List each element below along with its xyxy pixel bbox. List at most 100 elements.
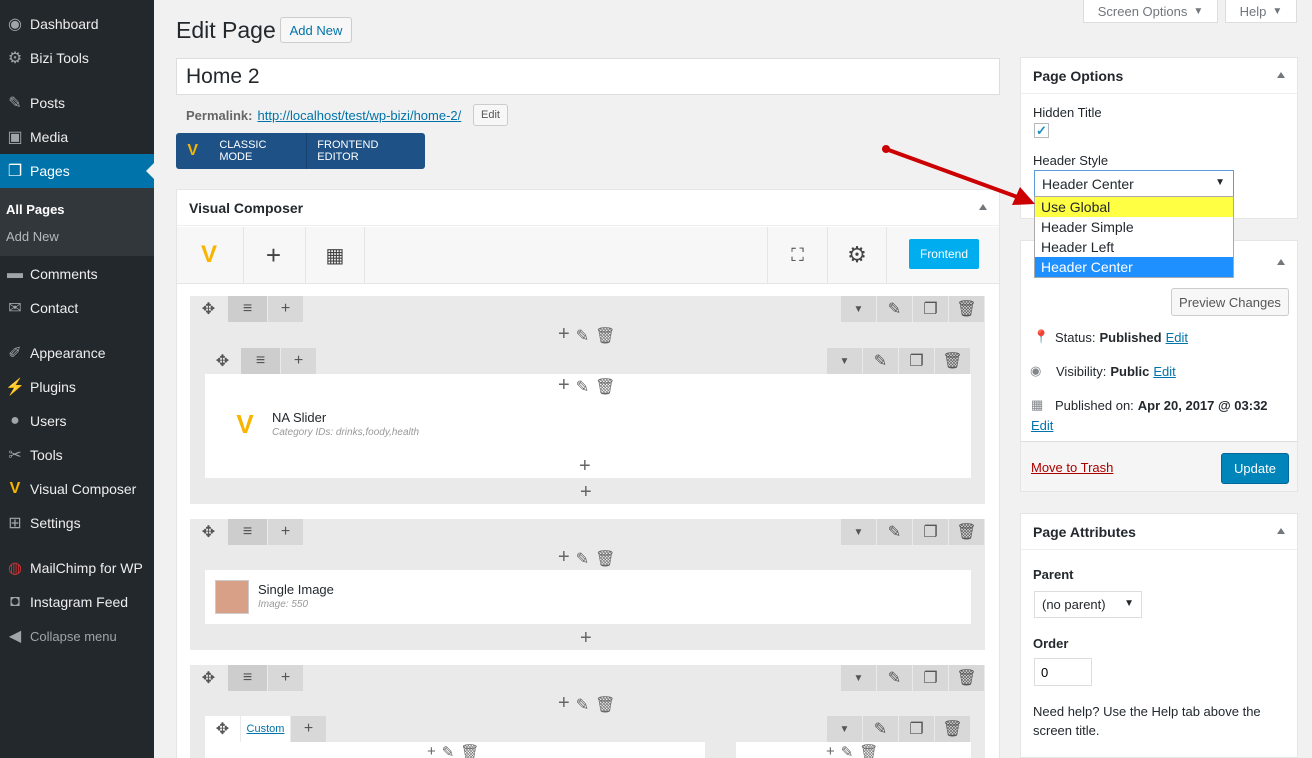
help-tab[interactable]: Help ▼ [1225, 0, 1297, 23]
menu-comments[interactable]: ▬ Comments [0, 257, 154, 291]
edit-pencil-icon[interactable]: ✎ [863, 716, 899, 742]
collapse-arrow-icon[interactable] [1277, 528, 1285, 534]
drag-handle-icon[interactable]: ✥ [190, 665, 228, 691]
trash-icon[interactable]: 🗑 [595, 549, 615, 569]
settings-gear-icon[interactable]: ⚙ [827, 227, 887, 283]
edit-pencil-icon[interactable]: ✎ [841, 743, 854, 758]
edit-status-link[interactable]: Edit [1166, 330, 1188, 345]
edit-visibility-link[interactable]: Edit [1153, 364, 1175, 379]
hidden-title-checkbox[interactable]: ✓ [1034, 123, 1049, 138]
add-icon[interactable]: + [558, 324, 570, 346]
trash-icon[interactable]: 🗑 [595, 377, 615, 397]
add-column-icon[interactable]: + [268, 296, 304, 322]
layout-icon[interactable]: ≡ [228, 519, 268, 545]
option-header-left[interactable]: Header Left [1035, 237, 1233, 257]
menu-pages[interactable]: ❐ Pages [0, 154, 154, 188]
drag-handle-icon[interactable]: ✥ [190, 296, 228, 322]
custom-layout-link[interactable]: Custom [241, 716, 291, 742]
vc-logo-icon[interactable]: V [177, 227, 241, 283]
add-icon[interactable]: + [427, 743, 436, 758]
delete-trash-icon[interactable]: 🗑 [949, 665, 985, 691]
clone-icon[interactable]: ❐ [913, 519, 949, 545]
add-icon[interactable]: + [558, 547, 570, 569]
trash-icon[interactable]: 🗑 [460, 743, 479, 758]
edit-pencil-icon[interactable]: ✎ [877, 665, 913, 691]
clone-icon[interactable]: ❐ [913, 665, 949, 691]
edit-pencil-icon[interactable]: ✎ [863, 348, 899, 374]
menu-contact[interactable]: ✉ Contact [0, 291, 154, 325]
add-icon[interactable]: + [558, 375, 570, 397]
delete-trash-icon[interactable]: 🗑 [935, 716, 971, 742]
menu-users[interactable]: ● Users [0, 404, 154, 438]
layout-icon[interactable]: ≡ [228, 665, 268, 691]
add-icon[interactable]: + [558, 693, 570, 715]
edit-pencil-icon[interactable]: ✎ [442, 743, 455, 758]
fullscreen-icon[interactable]: ⛶ [767, 227, 827, 283]
option-header-simple[interactable]: Header Simple [1035, 217, 1233, 237]
add-element-icon[interactable]: + [243, 227, 303, 283]
add-icon[interactable]: + [580, 628, 592, 648]
edit-permalink-button[interactable]: Edit [473, 104, 508, 126]
collapse-menu[interactable]: ◀ Collapse menu [0, 619, 154, 653]
row-dropdown-icon[interactable]: ▼ [841, 296, 877, 322]
edit-pencil-icon[interactable]: ✎ [576, 326, 589, 346]
clone-icon[interactable]: ❐ [899, 716, 935, 742]
clone-icon[interactable]: ❐ [913, 296, 949, 322]
drag-handle-icon[interactable]: ✥ [205, 348, 241, 374]
row-dropdown-icon[interactable]: ▼ [827, 716, 863, 742]
preview-changes-button[interactable]: Preview Changes [1171, 288, 1289, 316]
row-dropdown-icon[interactable]: ▼ [827, 348, 863, 374]
drag-handle-icon[interactable]: ✥ [205, 716, 241, 742]
option-use-global[interactable]: Use Global [1035, 197, 1233, 217]
edit-pencil-icon[interactable]: ✎ [576, 695, 589, 715]
delete-trash-icon[interactable]: 🗑 [935, 348, 971, 374]
add-column-icon[interactable]: + [268, 665, 304, 691]
menu-visual-composer[interactable]: V Visual Composer [0, 472, 154, 506]
menu-tools[interactable]: ✂ Tools [0, 438, 154, 472]
menu-dashboard[interactable]: ◉ Dashboard [0, 7, 154, 41]
edit-pencil-icon[interactable]: ✎ [576, 549, 589, 569]
menu-mailchimp[interactable]: ◍ MailChimp for WP [0, 551, 154, 585]
element-name[interactable]: NA Slider [272, 410, 326, 425]
templates-icon[interactable]: ▦ [305, 227, 365, 283]
delete-trash-icon[interactable]: 🗑 [949, 296, 985, 322]
add-column-icon[interactable]: + [291, 716, 327, 742]
clone-icon[interactable]: ❐ [899, 348, 935, 374]
add-icon[interactable]: + [580, 482, 592, 502]
menu-bizi-tools[interactable]: ⚙ Bizi Tools [0, 41, 154, 75]
edit-pencil-icon[interactable]: ✎ [877, 296, 913, 322]
page-title-input[interactable] [176, 58, 1000, 95]
submenu-all-pages[interactable]: All Pages [6, 202, 65, 217]
add-icon[interactable]: + [826, 743, 835, 758]
classic-mode-button[interactable]: CLASSIC MODE [209, 133, 308, 169]
menu-instagram-feed[interactable]: ◘ Instagram Feed [0, 585, 154, 619]
edit-pencil-icon[interactable]: ✎ [576, 377, 589, 397]
menu-appearance[interactable]: ✐ Appearance [0, 336, 154, 370]
add-column-icon[interactable]: + [268, 519, 304, 545]
parent-select[interactable]: (no parent) ▼ [1034, 591, 1142, 618]
edit-pencil-icon[interactable]: ✎ [877, 519, 913, 545]
menu-posts[interactable]: ✎ Posts [0, 86, 154, 120]
option-header-center[interactable]: Header Center [1035, 257, 1233, 277]
row-dropdown-icon[interactable]: ▼ [841, 519, 877, 545]
add-column-icon[interactable]: + [281, 348, 317, 374]
add-icon[interactable]: + [579, 456, 591, 476]
order-input[interactable] [1034, 658, 1092, 686]
delete-trash-icon[interactable]: 🗑 [949, 519, 985, 545]
menu-settings[interactable]: ⊞ Settings [0, 506, 154, 540]
collapse-arrow-icon[interactable] [1277, 259, 1285, 265]
frontend-button[interactable]: Frontend [909, 239, 979, 269]
add-new-button[interactable]: Add New [280, 17, 352, 43]
screen-options-tab[interactable]: Screen Options ▼ [1083, 0, 1218, 23]
update-button[interactable]: Update [1221, 453, 1289, 484]
element-name[interactable]: Single Image [258, 582, 334, 597]
header-style-select[interactable]: Header Center ▼ [1034, 170, 1234, 197]
layout-icon[interactable]: ≡ [241, 348, 281, 374]
submenu-add-new[interactable]: Add New [6, 229, 59, 244]
move-to-trash-link[interactable]: Move to Trash [1031, 460, 1113, 475]
menu-plugins[interactable]: ⚡ Plugins [0, 370, 154, 404]
menu-media[interactable]: ▣ Media [0, 120, 154, 154]
trash-icon[interactable]: 🗑 [595, 695, 615, 715]
frontend-editor-button[interactable]: FRONTEND EDITOR [307, 139, 425, 163]
layout-icon[interactable]: ≡ [228, 296, 268, 322]
